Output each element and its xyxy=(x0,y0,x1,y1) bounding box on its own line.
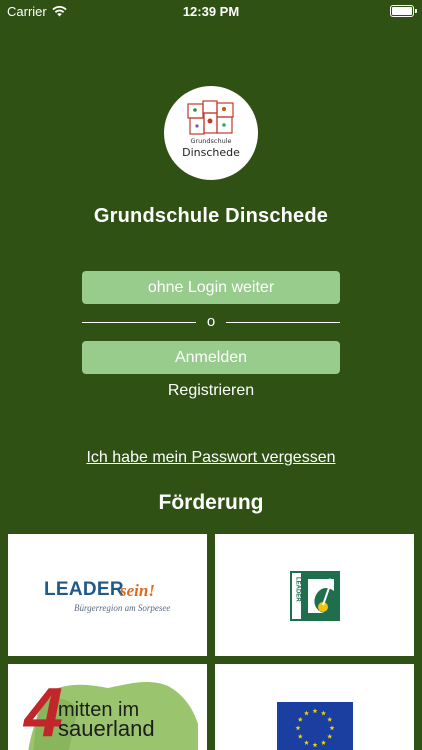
funding-heading: Förderung xyxy=(158,491,264,514)
forgot-password-link[interactable]: Ich habe mein Passwort vergessen xyxy=(0,449,422,467)
page-title: Grundschule Dinschede xyxy=(93,205,329,227)
battery-icon xyxy=(390,5,417,17)
funding-card-mitten-sauerland[interactable]: 4 mitten im sauerland xyxy=(8,664,207,750)
mitten-line2: sauerland xyxy=(58,716,155,741)
status-bar: Carrier 12:39 PM xyxy=(0,0,422,24)
puzzle-logo-icon xyxy=(187,100,234,135)
logo-line2: Dinschede xyxy=(182,146,240,159)
logo-line1: Grundschule xyxy=(190,137,232,145)
school-logo: Grundschule Dinschede xyxy=(164,86,258,180)
register-link[interactable]: Registrieren xyxy=(0,382,422,400)
continue-without-login-button[interactable]: ohne Login weiter xyxy=(82,271,340,304)
funding-card-eu[interactable] xyxy=(215,664,414,750)
status-right xyxy=(390,5,417,17)
leader-logo-icon: LEADER xyxy=(290,571,340,621)
funding-card-leader-sein[interactable]: LEADER sein! Bürgerregion am Sorpesee xyxy=(8,534,207,656)
eu-flag-icon xyxy=(277,702,353,750)
leader-sein-suffix: sein! xyxy=(120,581,155,600)
leader-subtitle: Bürgerregion am Sorpesee xyxy=(74,603,171,613)
leader-vertical-text: LEADER xyxy=(295,577,301,602)
or-divider: o xyxy=(82,313,340,333)
login-button[interactable]: Anmelden xyxy=(82,341,340,374)
leader-word: LEADER xyxy=(44,579,124,600)
funding-card-leader-logo[interactable]: LEADER xyxy=(215,534,414,656)
divider-line-right xyxy=(226,322,340,323)
status-time: 12:39 PM xyxy=(182,4,240,19)
mitten-numeral: 4 xyxy=(22,676,63,750)
